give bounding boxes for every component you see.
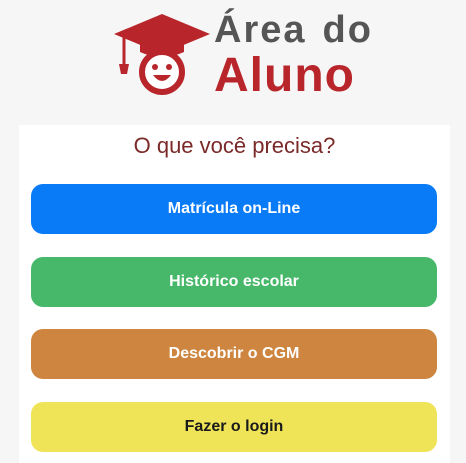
- options-panel: O que você precisa? Matrícula on-Line Hi…: [19, 125, 450, 463]
- descobrir-cgm-button[interactable]: Descobrir o CGM: [31, 329, 437, 379]
- logo-word-do: do: [322, 9, 373, 51]
- logo-word-area: Área: [214, 9, 307, 51]
- login-button[interactable]: Fazer o login: [31, 402, 437, 452]
- historico-escolar-button[interactable]: Histórico escolar: [31, 257, 437, 307]
- logo-line-area-do: Área do: [214, 10, 373, 52]
- panel-question: O que você precisa?: [133, 133, 336, 158]
- graduation-student-icon: [112, 10, 212, 101]
- header: Área do Aluno: [0, 0, 466, 110]
- matricula-online-button[interactable]: Matrícula on-Line: [31, 184, 437, 234]
- logo-word-aluno: Aluno: [214, 49, 355, 102]
- logo-wordmark: Área do Aluno: [214, 10, 373, 102]
